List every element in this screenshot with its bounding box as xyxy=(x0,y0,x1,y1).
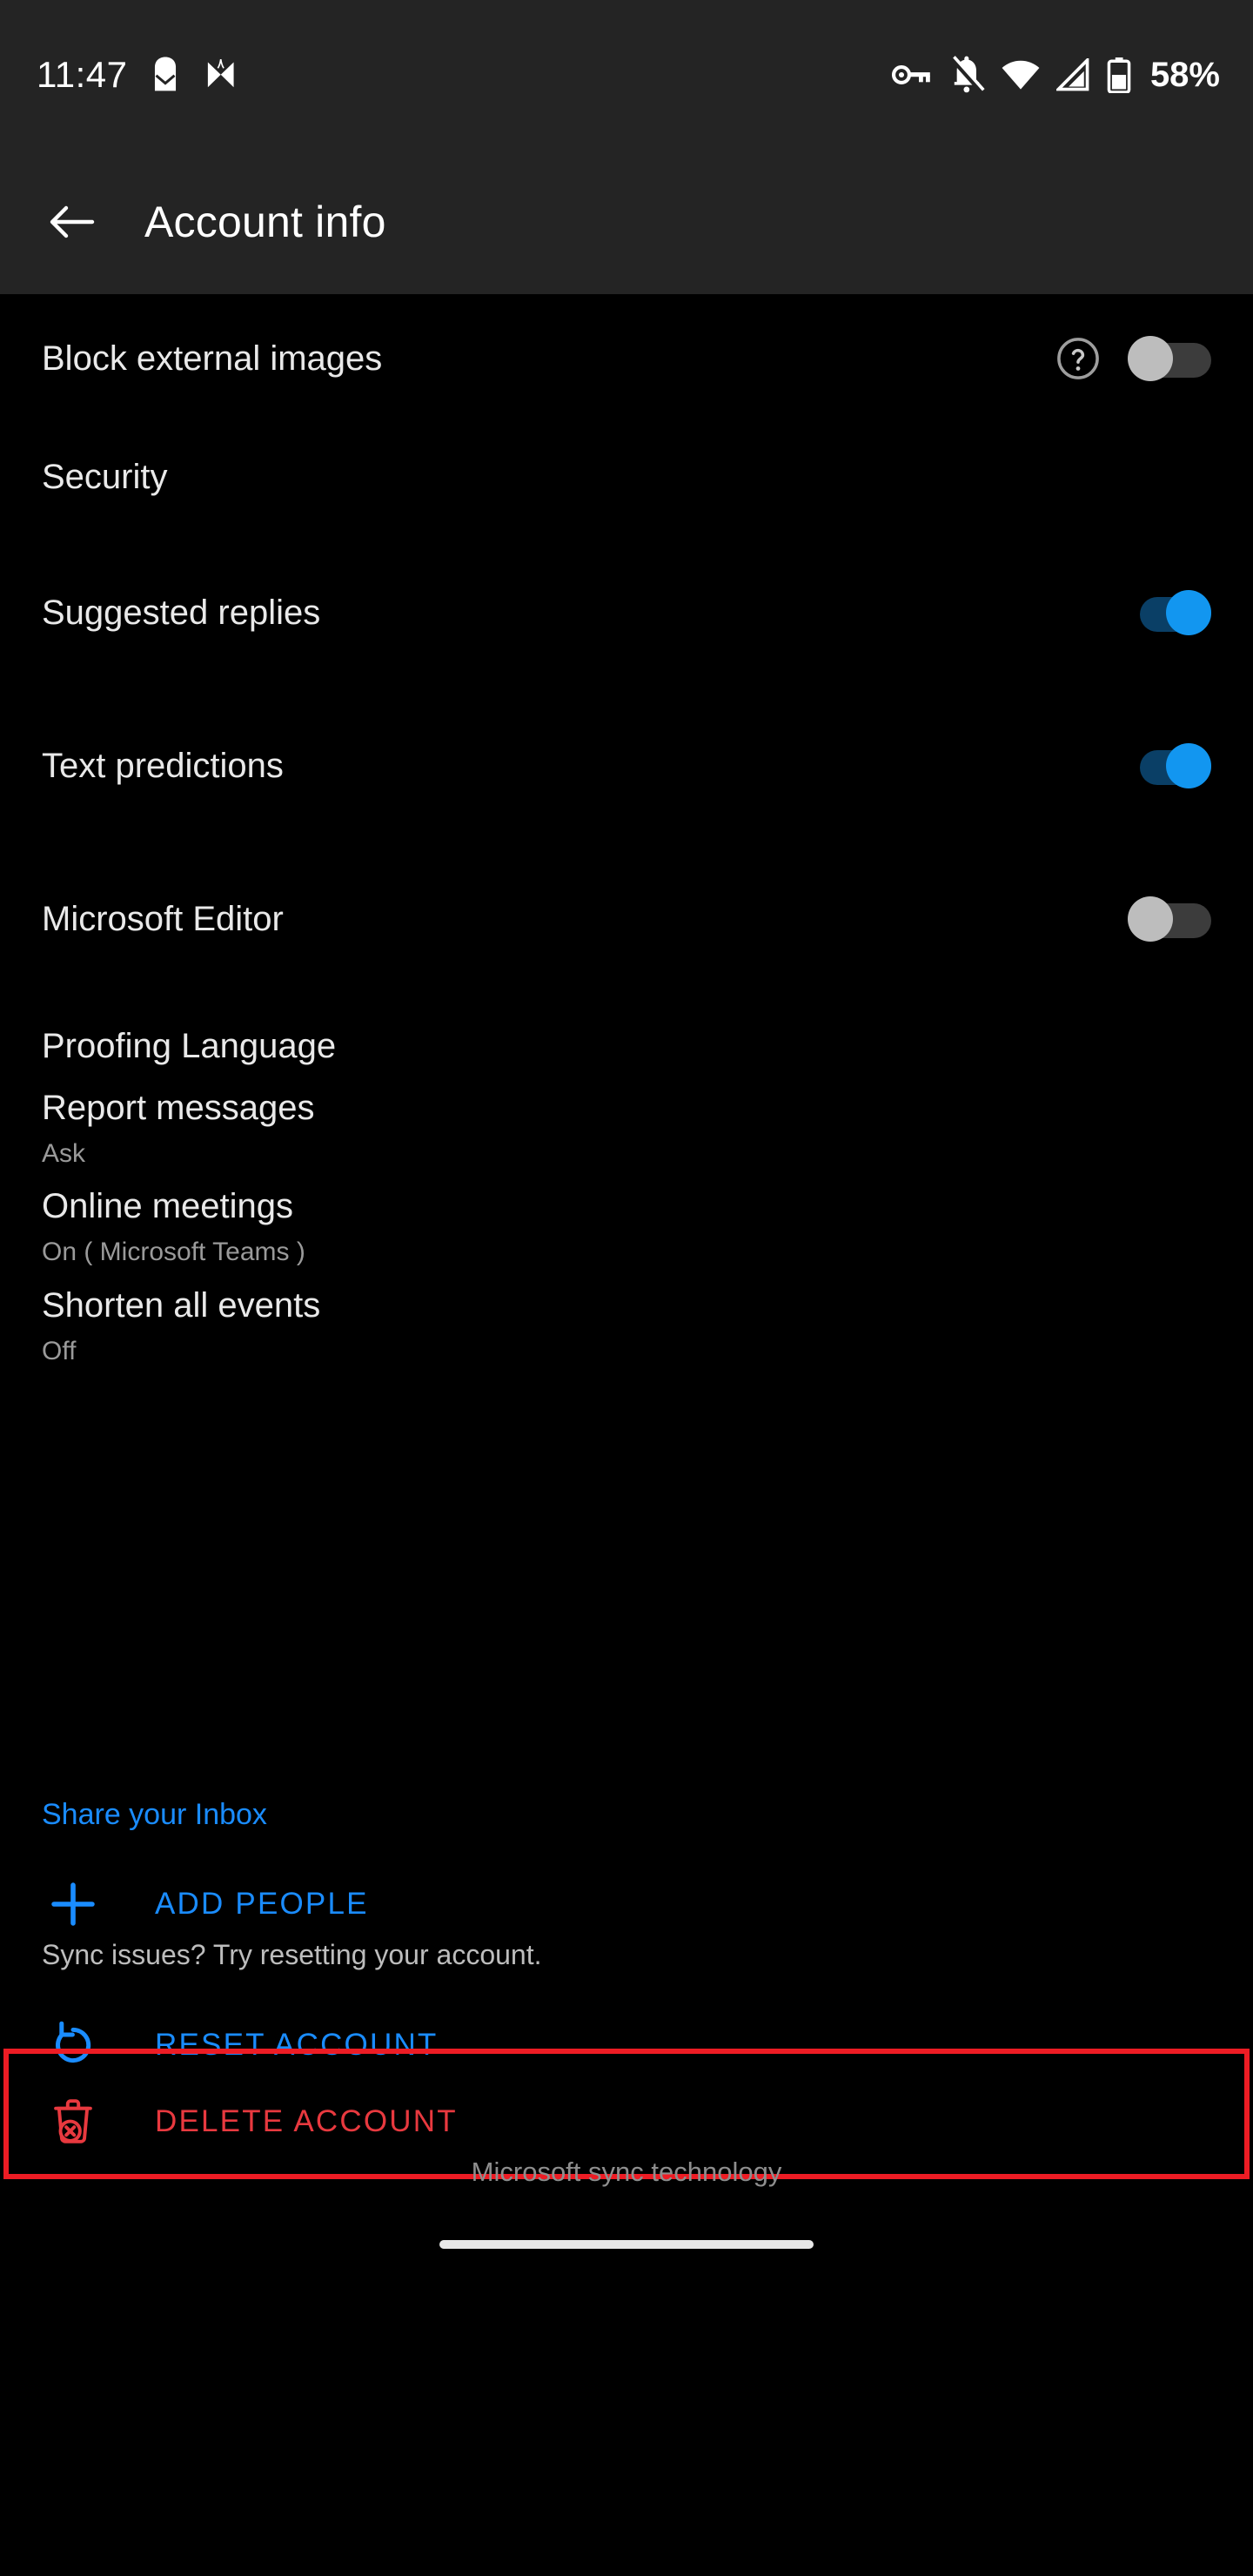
setting-title: Online meetings xyxy=(42,1186,294,1225)
reset-account-label: RESET ACCOUNT xyxy=(155,2028,439,2062)
row-controls xyxy=(1056,336,1211,381)
setting-row-suggested-replies[interactable]: Suggested replies xyxy=(0,573,1253,653)
cellular-signal-icon xyxy=(1055,58,1089,91)
page-title: Account info xyxy=(144,198,386,246)
row-text-group: Text predictions xyxy=(42,747,1128,785)
outlook-butterfly-icon xyxy=(207,58,234,88)
setting-title: Suggested replies xyxy=(42,594,321,632)
trash-delete-icon xyxy=(42,2090,104,2153)
sync-technology-note: Microsoft sync technology xyxy=(471,2157,782,2187)
vpn-key-icon xyxy=(891,64,930,85)
setting-row-security[interactable]: Security xyxy=(0,437,1253,517)
notifications-off-icon xyxy=(949,56,985,93)
row-text-group: Report messages Ask xyxy=(42,1089,1211,1168)
setting-title: Security xyxy=(42,458,168,496)
toggle-block-external-images[interactable] xyxy=(1128,336,1211,381)
sync-issues-hint: Sync issues? Try resetting your account. xyxy=(42,1939,542,1970)
setting-title: Text predictions xyxy=(42,747,284,785)
row-text-group: Security xyxy=(42,458,1211,496)
setting-title: Report messages xyxy=(42,1088,315,1127)
wifi-icon xyxy=(1002,60,1040,90)
battery-icon xyxy=(1107,57,1131,93)
setting-subtitle: Off xyxy=(42,1336,77,1365)
home-gesture-bar[interactable] xyxy=(439,2240,814,2249)
share-your-inbox-link[interactable]: Share your Inbox xyxy=(0,1798,309,1832)
phone-screen: 11:47 58% Account info Block external im… xyxy=(0,0,1253,2576)
row-controls xyxy=(1128,590,1211,635)
toggle-knob xyxy=(1166,743,1211,788)
setting-row-shorten-all-events[interactable]: Shorten all events Off xyxy=(0,1266,1253,1385)
setting-title: Block external images xyxy=(42,339,383,378)
row-text-group: Online meetings On ( Microsoft Teams ) xyxy=(42,1187,1211,1266)
setting-title: Shorten all events xyxy=(42,1285,321,1325)
row-text-group: Suggested replies xyxy=(42,594,1128,632)
toggle-knob xyxy=(1128,336,1173,381)
setting-subtitle: On ( Microsoft Teams ) xyxy=(42,1237,305,1266)
row-text-group: Microsoft Editor xyxy=(42,900,1128,938)
add-people-label: ADD PEOPLE xyxy=(155,1887,369,1921)
row-text-group: Block external images xyxy=(42,339,1056,378)
back-arrow-icon xyxy=(50,205,95,238)
setting-title: Microsoft Editor xyxy=(42,900,284,938)
status-bar-clock: 11:47 xyxy=(37,54,128,95)
setting-title: Proofing Language xyxy=(42,1027,337,1065)
toggle-knob xyxy=(1128,896,1173,942)
status-bar: 11:47 58% xyxy=(0,0,1253,150)
setting-row-microsoft-editor[interactable]: Microsoft Editor xyxy=(0,879,1253,959)
toggle-microsoft-editor[interactable] xyxy=(1128,896,1211,942)
row-controls xyxy=(1128,743,1211,788)
app-bar: Account info xyxy=(0,150,1253,294)
row-text-group: Shorten all events Off xyxy=(42,1286,1211,1365)
toggle-suggested-replies[interactable] xyxy=(1128,590,1211,635)
status-bar-right: 58% xyxy=(891,56,1220,95)
settings-list: Block external images Security Suggested… xyxy=(0,294,1253,2522)
toggle-text-predictions[interactable] xyxy=(1128,743,1211,788)
help-icon[interactable] xyxy=(1056,337,1100,380)
setting-row-text-predictions[interactable]: Text predictions xyxy=(0,726,1253,806)
battery-percent-label: 58% xyxy=(1149,55,1220,94)
refresh-icon xyxy=(42,2014,104,2076)
row-text-group: Proofing Language xyxy=(42,1027,1211,1065)
row-controls xyxy=(1128,896,1211,942)
setting-row-block-external-images[interactable]: Block external images xyxy=(0,319,1253,399)
delete-account-label: DELETE ACCOUNT xyxy=(155,2104,458,2138)
back-button[interactable] xyxy=(26,177,117,267)
toggle-knob xyxy=(1166,590,1211,635)
setting-subtitle: Ask xyxy=(42,1138,86,1168)
plus-icon xyxy=(42,1873,104,1935)
mail-notification-icon xyxy=(154,57,176,91)
status-bar-left: 11:47 xyxy=(37,54,239,96)
